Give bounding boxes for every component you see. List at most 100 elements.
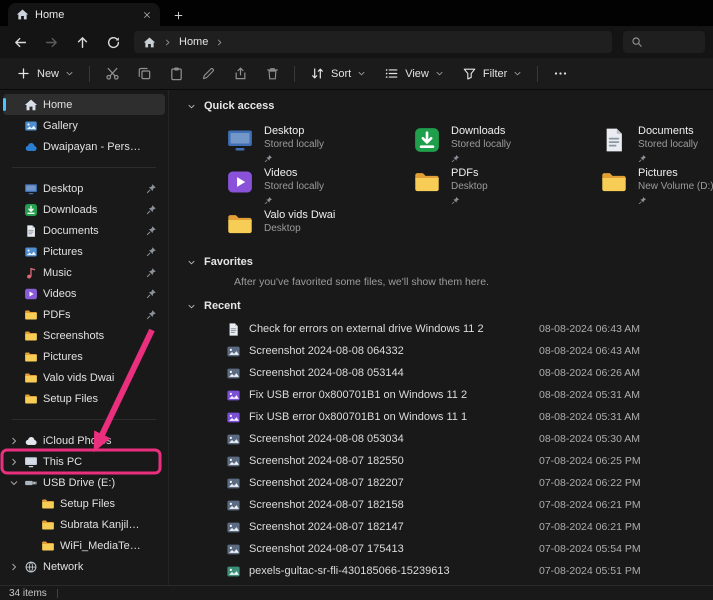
sidebar-item[interactable]: Pictures — [3, 241, 165, 262]
new-tab-button[interactable] — [168, 6, 188, 24]
quick-access-item[interactable]: PDFs Desktop — [413, 166, 600, 204]
recent-file-date: 08-08-2024 05:31 AM — [539, 411, 640, 423]
refresh-icon — [106, 35, 121, 50]
back-button[interactable] — [6, 29, 34, 55]
delete-button[interactable] — [257, 61, 287, 87]
quick-access-text: Documents Stored locally — [638, 124, 698, 162]
view-button[interactable]: View — [376, 61, 452, 87]
recent-file-row[interactable]: pexels-gultac-sr-fli-430185066-15239613 … — [179, 560, 713, 582]
quick-access-location: Stored locally — [638, 139, 698, 151]
sidebar-item[interactable]: Setup Files — [3, 493, 165, 514]
sidebar-item[interactable]: PDFs — [3, 304, 165, 325]
refresh-button[interactable] — [99, 29, 127, 55]
sidebar-item[interactable]: Dwaipayan - Personal — [3, 136, 165, 157]
quick-access-item[interactable]: Desktop Stored locally — [226, 124, 413, 162]
section-title: Recent — [204, 300, 241, 312]
forward-button[interactable] — [37, 29, 65, 55]
paste-button[interactable] — [161, 61, 191, 87]
sort-button[interactable]: Sort — [302, 61, 374, 87]
recent-file-row[interactable]: Screenshot 2024-08-07 182550 07-08-2024 … — [179, 450, 713, 472]
sidebar-item[interactable]: Documents — [3, 220, 165, 241]
recent-file-row[interactable]: Screenshot 2024-08-08 053034 08-08-2024 … — [179, 428, 713, 450]
share-button[interactable] — [225, 61, 255, 87]
sidebar-item[interactable]: Network — [3, 556, 165, 577]
chevron-icon[interactable] — [9, 436, 19, 446]
shot-icon — [226, 366, 241, 381]
sidebar-item[interactable]: Subrata Kanjilal files — [3, 514, 165, 535]
recent-file-name: Screenshot 2024-08-07 182147 — [249, 521, 531, 533]
folder-icon — [41, 497, 55, 511]
quick-access-item[interactable]: Valo vids Dwai Desktop — [226, 208, 413, 246]
sidebar-item[interactable]: Valo vids Dwai — [3, 367, 165, 388]
search-input[interactable] — [623, 31, 705, 53]
sidebar-item[interactable]: iCloud Photos — [3, 430, 165, 451]
copy-icon — [137, 66, 152, 81]
chevron-icon[interactable] — [9, 562, 19, 572]
recent-file-row[interactable]: Fix USB error 0x800701B1 on Windows 11 1… — [179, 406, 713, 428]
sidebar-item[interactable]: Pictures — [3, 346, 165, 367]
chevron-down-icon — [187, 258, 196, 267]
cut-button[interactable] — [97, 61, 127, 87]
quick-access-item[interactable]: Downloads Stored locally — [413, 124, 600, 162]
chevron-icon[interactable] — [9, 457, 19, 467]
shot-icon — [226, 454, 241, 469]
recent-file-row[interactable]: Fix USB error 0x800701B1 on Windows 11 2… — [179, 384, 713, 406]
recent-file-row[interactable]: Screenshot 2024-08-07 175413 07-08-2024 … — [179, 538, 713, 560]
folder-icon — [24, 371, 38, 385]
quick-access-item[interactable]: Documents Stored locally — [600, 124, 713, 162]
gallery-icon — [24, 119, 38, 133]
breadcrumb-home[interactable]: Home — [179, 36, 208, 48]
recent-file-row[interactable]: Screenshot 2024-08-08 064332 08-08-2024 … — [179, 340, 713, 362]
quick-access-text: Downloads Stored locally — [451, 124, 511, 162]
quick-access-item[interactable]: Videos Stored locally — [226, 166, 413, 204]
recent-file-row[interactable]: Screenshot 2024-08-07 182158 07-08-2024 … — [179, 494, 713, 516]
arrow-up-icon — [75, 35, 90, 50]
sidebar-item[interactable]: Videos — [3, 283, 165, 304]
filter-button[interactable]: Filter — [454, 61, 530, 87]
section-quick-access-header[interactable]: Quick access — [179, 96, 713, 116]
new-button-label: New — [37, 68, 59, 80]
recent-file-date: 07-08-2024 05:51 PM — [539, 565, 641, 577]
sidebar-item[interactable]: Downloads — [3, 199, 165, 220]
recent-file-name: Screenshot 2024-08-07 182207 — [249, 477, 531, 489]
sidebar-item[interactable]: Screenshots — [3, 325, 165, 346]
folder-icon — [226, 210, 254, 238]
rename-button[interactable] — [193, 61, 223, 87]
sidebar-item-label: WiFi_MediaTek_v3.3.0.350 — [60, 540, 141, 552]
address-bar[interactable]: Home — [134, 31, 612, 53]
recent-file-row[interactable]: Screenshot 2024-08-07 182147 07-08-2024 … — [179, 516, 713, 538]
recent-file-row[interactable]: Screenshot 2024-08-07 182207 07-08-2024 … — [179, 472, 713, 494]
up-button[interactable] — [68, 29, 96, 55]
sidebar-item[interactable]: Music — [3, 262, 165, 283]
recent-file-name: Screenshot 2024-08-07 175413 — [249, 543, 531, 555]
quick-access-location: Desktop — [451, 181, 488, 193]
tab-close-icon[interactable] — [142, 10, 152, 20]
toolbar-divider — [537, 66, 538, 82]
recent-file-row[interactable]: Screenshot 2024-08-08 053144 08-08-2024 … — [179, 362, 713, 384]
sidebar-item[interactable]: Setup Files — [3, 388, 165, 409]
sidebar-item-label: Subrata Kanjilal files — [60, 519, 141, 531]
explorer-tab-home[interactable]: Home — [8, 3, 160, 26]
chevron-icon[interactable] — [9, 478, 19, 488]
usb-icon — [24, 476, 38, 490]
sidebar-item-label: This PC — [43, 456, 141, 468]
recent-file-date: 07-08-2024 06:22 PM — [539, 477, 641, 489]
quick-access-name: Valo vids Dwai — [264, 209, 335, 222]
new-button[interactable]: New — [8, 61, 82, 87]
sidebar-item[interactable]: USB Drive (E:) — [3, 472, 165, 493]
sidebar-item[interactable]: Desktop — [3, 178, 165, 199]
sidebar-item[interactable]: This PC — [3, 451, 165, 472]
sidebar-item[interactable]: Home — [3, 94, 165, 115]
favorites-empty-message: After you've favorited some files, we'll… — [234, 276, 713, 288]
view-icon — [384, 66, 399, 81]
section-favorites-header[interactable]: Favorites — [179, 252, 713, 272]
more-options-button[interactable] — [545, 61, 575, 87]
quick-access-item[interactable]: Pictures New Volume (D:) — [600, 166, 713, 204]
recent-file-row[interactable]: Check for errors on external drive Windo… — [179, 318, 713, 340]
sidebar-item-label: iCloud Photos — [43, 435, 141, 447]
sidebar-item[interactable]: WiFi_MediaTek_v3.3.0.350 — [3, 535, 165, 556]
sidebar-item[interactable]: Gallery — [3, 115, 165, 136]
copy-button[interactable] — [129, 61, 159, 87]
folder-icon — [41, 518, 55, 532]
section-recent-header[interactable]: Recent — [179, 296, 713, 316]
